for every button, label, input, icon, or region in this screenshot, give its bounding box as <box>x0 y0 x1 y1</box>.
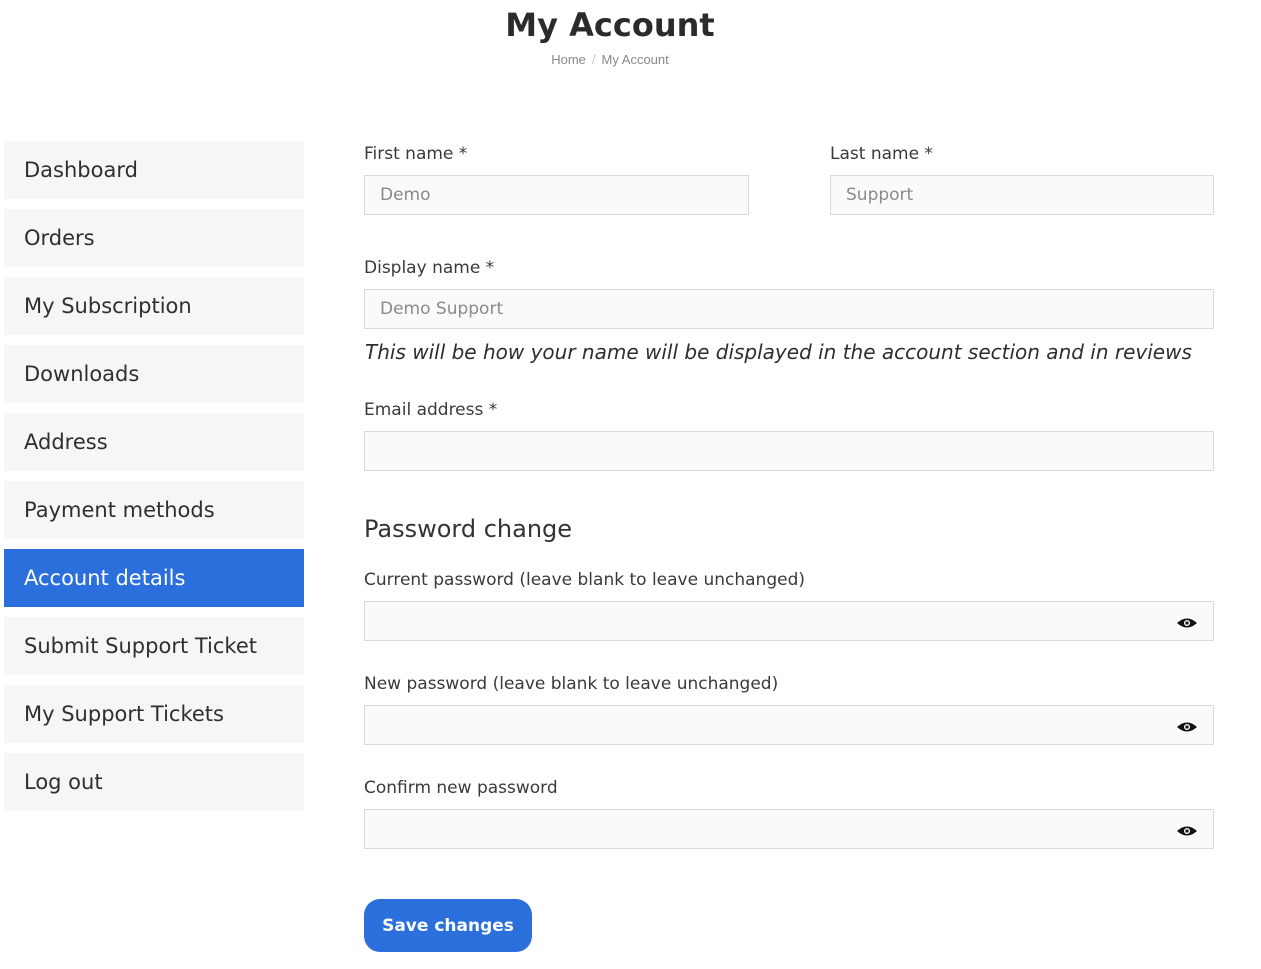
display-name-hint: This will be how your name will be displ… <box>365 340 1192 364</box>
confirm-password-field[interactable] <box>364 809 1214 849</box>
email-label: Email address * <box>364 400 498 420</box>
password-change-heading: Password change <box>364 515 573 543</box>
account-sidebar: Dashboard Orders My Subscription Downloa… <box>4 141 304 821</box>
sidebar-item-payment-methods[interactable]: Payment methods <box>4 481 304 539</box>
first-name-field[interactable]: Demo <box>364 175 749 215</box>
eye-icon[interactable] <box>1176 824 1198 836</box>
eye-icon[interactable] <box>1176 616 1198 628</box>
eye-icon[interactable] <box>1176 720 1198 732</box>
new-password-field[interactable] <box>364 705 1214 745</box>
sidebar-item-log-out[interactable]: Log out <box>4 753 304 811</box>
page-title: My Account <box>505 6 715 44</box>
sidebar-item-my-support-tickets[interactable]: My Support Tickets <box>4 685 304 743</box>
sidebar-item-downloads[interactable]: Downloads <box>4 345 304 403</box>
breadcrumb-current: My Account <box>601 52 669 67</box>
last-name-field[interactable]: Support <box>830 175 1214 215</box>
sidebar-item-orders[interactable]: Orders <box>4 209 304 267</box>
display-name-field[interactable]: Demo Support <box>364 289 1214 329</box>
confirm-password-label: Confirm new password <box>364 778 558 798</box>
last-name-label: Last name * <box>830 144 933 164</box>
email-field[interactable] <box>364 431 1214 471</box>
breadcrumb-home-link[interactable]: Home <box>551 52 586 67</box>
current-password-label: Current password (leave blank to leave u… <box>364 570 806 590</box>
display-name-label: Display name * <box>364 258 495 278</box>
sidebar-item-account-details[interactable]: Account details <box>4 549 304 607</box>
first-name-label: First name * <box>364 144 468 164</box>
save-changes-button[interactable]: Save changes <box>364 899 532 952</box>
breadcrumb: Home / My Account <box>0 52 1220 67</box>
sidebar-item-my-subscription[interactable]: My Subscription <box>4 277 304 335</box>
sidebar-item-address[interactable]: Address <box>4 413 304 471</box>
breadcrumb-separator: / <box>591 52 596 67</box>
new-password-label: New password (leave blank to leave uncha… <box>364 674 779 694</box>
sidebar-item-dashboard[interactable]: Dashboard <box>4 141 304 199</box>
sidebar-item-submit-support-ticket[interactable]: Submit Support Ticket <box>4 617 304 675</box>
current-password-field[interactable] <box>364 601 1214 641</box>
